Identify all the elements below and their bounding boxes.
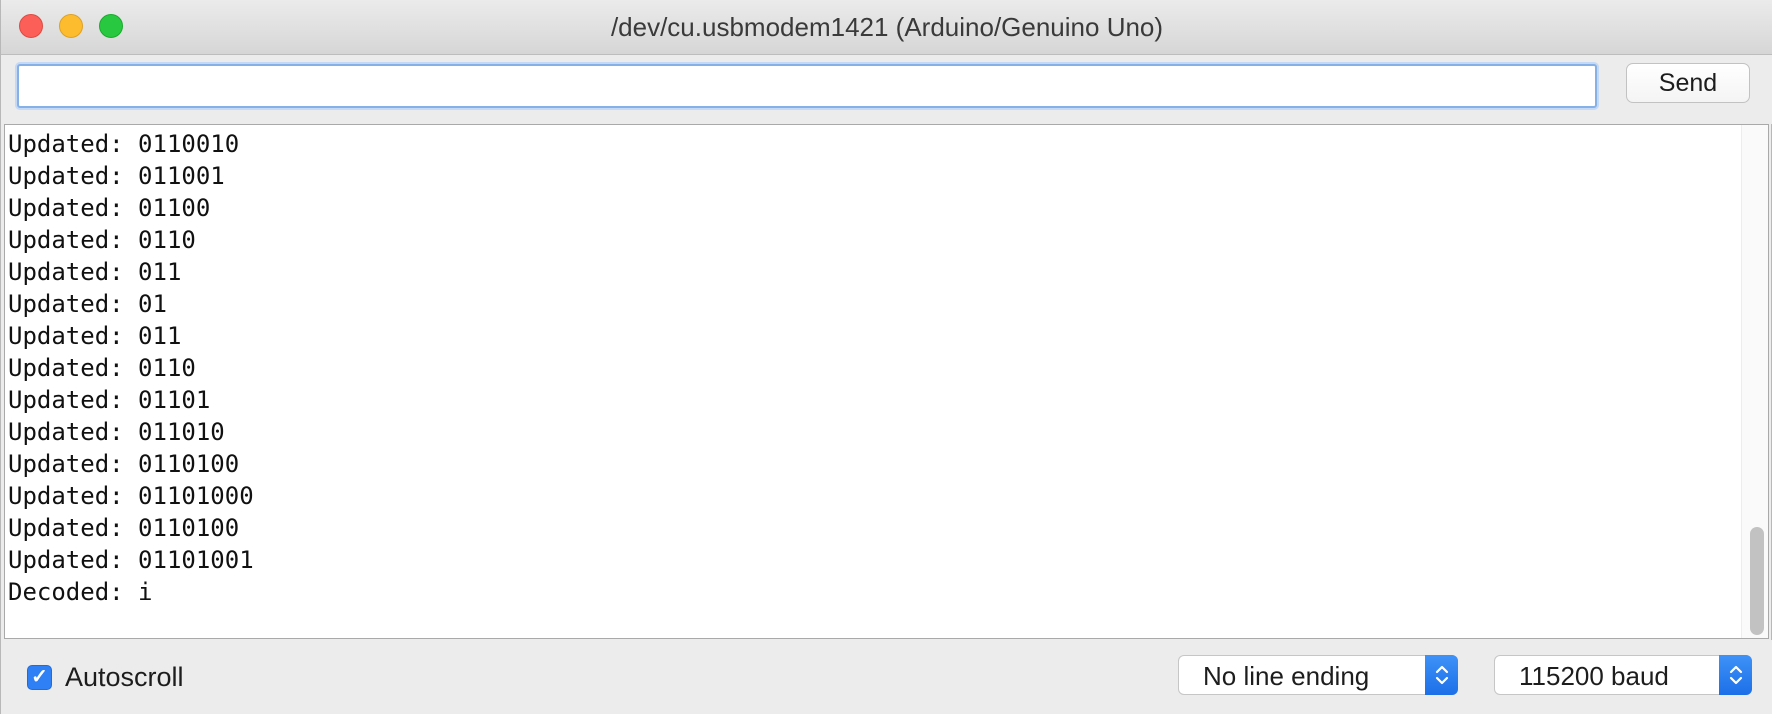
send-toolbar: Send <box>1 55 1772 124</box>
serial-output-line: Updated: 011 <box>8 322 182 350</box>
send-input[interactable] <box>17 64 1597 108</box>
serial-output-line: Updated: 011 <box>8 258 182 286</box>
serial-monitor-window: /dev/cu.usbmodem1421 (Arduino/Genuino Un… <box>0 0 1772 714</box>
serial-output-line: Decoded: i <box>8 578 153 606</box>
line-ending-value: No line ending <box>1203 661 1370 691</box>
line-ending-select[interactable]: No line ending <box>1178 655 1458 695</box>
send-button[interactable]: Send <box>1626 63 1750 103</box>
bottom-toolbar: ✓ Autoscroll No line ending 115200 baud <box>1 640 1772 714</box>
scrollbar-thumb[interactable] <box>1750 527 1764 635</box>
serial-output-line: Updated: 0110100 <box>8 514 240 542</box>
serial-output-line: Updated: 0110 <box>8 226 196 254</box>
serial-output-line: Updated: 01101000 <box>8 482 254 510</box>
serial-output-line: Updated: 01100 <box>8 194 211 222</box>
serial-output-line: Updated: 0110010 <box>8 130 240 158</box>
window-title: /dev/cu.usbmodem1421 (Arduino/Genuino Un… <box>610 12 1164 42</box>
chevron-updown-icon <box>1719 655 1752 695</box>
serial-output-line: Updated: 0110 <box>8 354 196 382</box>
autoscroll-label[interactable]: Autoscroll <box>65 662 184 693</box>
serial-output-lines: Updated: 0110010 Updated: 011001 Updated: … <box>8 128 254 608</box>
title-bar[interactable]: /dev/cu.usbmodem1421 (Arduino/Genuino Un… <box>1 0 1772 55</box>
serial-output-line: Updated: 01 <box>8 290 167 318</box>
serial-output-area[interactable]: Updated: 0110010 Updated: 011001 Updated: … <box>4 124 1769 639</box>
check-icon: ✓ <box>31 666 48 688</box>
serial-output-line: Updated: 01101001 <box>8 546 254 574</box>
baud-rate-select[interactable]: 115200 baud <box>1494 655 1752 695</box>
vertical-scrollbar[interactable] <box>1741 125 1768 638</box>
chevron-updown-icon <box>1425 655 1458 695</box>
serial-output-line: Updated: 0110100 <box>8 450 240 478</box>
serial-output-line: Updated: 011010 <box>8 418 225 446</box>
autoscroll-checkbox[interactable]: ✓ <box>27 665 52 690</box>
serial-output-line: Updated: 011001 <box>8 162 225 190</box>
serial-output-line: Updated: 01101 <box>8 386 211 414</box>
baud-rate-value: 115200 baud <box>1519 661 1669 691</box>
